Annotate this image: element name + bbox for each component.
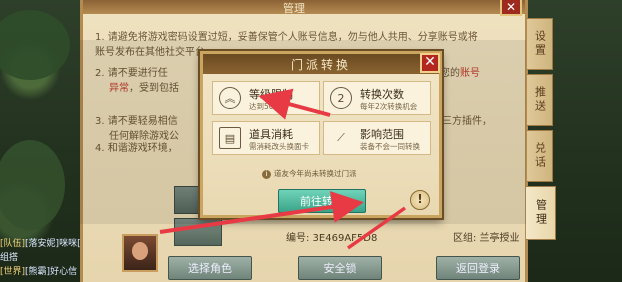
panel-close-button[interactable]: ✕ [500,0,522,16]
card-subtitle: 达到50级 [249,102,282,111]
security-lock-button[interactable]: 安全锁 [298,256,382,280]
dialog-close-button[interactable]: ✕ [420,53,440,73]
item-icon: ▤ [219,127,241,149]
card-title: 等级限制 [249,88,293,101]
scope-card: ⟋ 影响范围 装备不会一同转换 [323,121,431,155]
chat-line: [世界][熊霸]好心信 [0,267,78,277]
transfer-status-notice: i 道友今年尚未转换过门派 [262,168,357,179]
card-title: 道具消耗 [249,128,293,141]
tab-settings[interactable]: 设置 [527,18,553,70]
card-subtitle: 每年2次转换机会 [360,102,418,111]
panel-title: 管理 [283,2,305,15]
item-cost-card: ▤ 道具消耗 需消耗改头换面卡 [212,121,320,155]
card-subtitle: 装备不会一同转换 [360,142,420,151]
level-icon: ︽ [219,87,241,109]
tab-push[interactable]: 推送 [527,74,553,126]
dialog-title: 门派转换 [290,58,351,72]
go-transfer-button[interactable]: 前往转换 [278,189,366,213]
help-icon[interactable]: ! [410,190,430,210]
transfer-count-card: 2 转换次数 每年2次转换机会 [323,81,431,115]
tab-chat[interactable]: 兑话 [527,130,553,182]
chat-line: 组搭 [0,253,19,263]
tab-manage[interactable]: 管理 [526,186,556,240]
count-icon: 2 [330,87,352,109]
info-icon: i [262,170,271,179]
sword-icon: ⟋ [337,131,345,144]
user-id: 编号: 3E469AF5D8 [286,233,378,244]
card-subtitle: 需消耗改头换面卡 [249,142,309,151]
card-title: 影响范围 [360,128,404,141]
server-name: 区组: 兰亭授业 [453,233,520,244]
level-requirement-card: ︽ 等级限制 达到50级 [212,81,320,115]
card-title: 转换次数 [360,88,404,101]
chat-line: [队伍][落安妮]咪咪[23 [0,239,93,249]
return-login-button[interactable]: 返回登录 [436,256,520,280]
switch-role-button[interactable]: 选择角色 [168,256,252,280]
avatar [122,234,158,272]
